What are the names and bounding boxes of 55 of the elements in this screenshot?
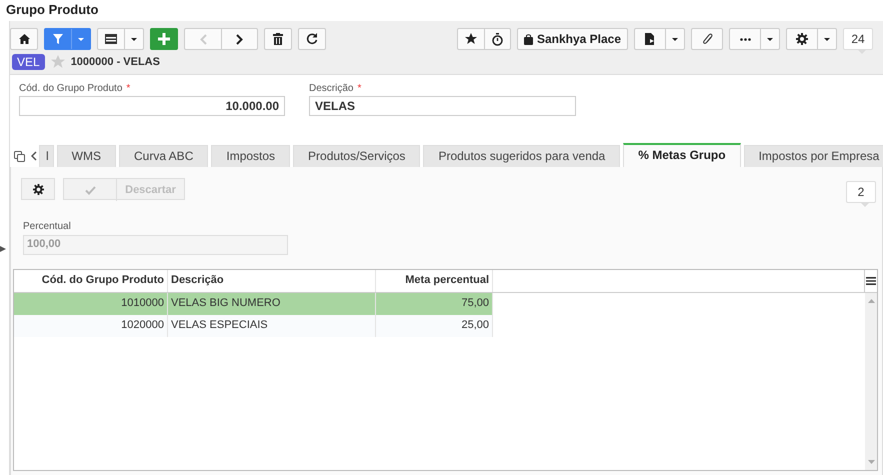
- record-title: 1000000 - VELAS: [70, 56, 160, 68]
- paperclip-icon: [702, 33, 712, 45]
- tab[interactable]: Curva ABC: [119, 145, 208, 167]
- table-cell: VELAS ESPECIAIS: [168, 315, 376, 337]
- document-icon: [645, 33, 655, 45]
- refresh-icon: [306, 33, 318, 45]
- caret-icon: [766, 36, 774, 42]
- more-icon: [740, 38, 750, 40]
- table-cell: 25,00: [376, 315, 493, 337]
- settings-icon: [32, 184, 44, 194]
- table-row[interactable]: 1010000 VELAS BIG NUMERO 75,00: [14, 293, 493, 315]
- field-label: Cód. do Grupo Produto: [19, 83, 122, 94]
- required-mark: *: [357, 83, 362, 94]
- chevron-right-icon: [236, 34, 243, 44]
- caret-icon: [671, 36, 679, 42]
- window-title: Grupo Produto: [5, 1, 100, 19]
- input-field[interactable]: VELAS: [309, 96, 576, 116]
- filter-icon: [53, 34, 63, 44]
- table-cell: 1020000: [14, 315, 168, 337]
- check-icon: [84, 186, 96, 194]
- field-label: Percentual: [23, 221, 72, 232]
- caret-icon: [77, 36, 85, 42]
- input-field[interactable]: 10.000.00: [19, 96, 285, 116]
- trash-icon: [273, 33, 283, 45]
- tab[interactable]: WMS: [56, 145, 116, 167]
- stopwatch-icon: [492, 32, 503, 46]
- plus-icon: [158, 33, 170, 45]
- caret-icon: [130, 36, 138, 42]
- place-button[interactable]: Sankhya Place: [518, 29, 627, 49]
- tab[interactable]: Produtos/Serviços: [293, 145, 420, 167]
- star-icon[interactable]: [50, 55, 65, 69]
- menu-icon[interactable]: [866, 277, 876, 285]
- table-icon: [105, 34, 117, 44]
- tab[interactable]: % Metas Grupo: [623, 143, 741, 167]
- chevron-left-icon: [200, 34, 206, 44]
- table-row[interactable]: 1020000 VELAS ESPECIAIS 25,00: [14, 315, 493, 337]
- tab[interactable]: l: [39, 145, 54, 167]
- star-icon: [464, 33, 477, 45]
- bag-icon: [524, 34, 533, 44]
- record-badge: VEL: [12, 54, 45, 70]
- copy-icon[interactable]: [14, 150, 25, 162]
- field-label: Descrição: [309, 83, 354, 94]
- required-mark: *: [126, 83, 130, 94]
- column-header[interactable]: Descrição: [168, 270, 376, 292]
- column-header[interactable]: Meta percentual: [376, 270, 493, 292]
- settings-button[interactable]: [21, 178, 55, 200]
- column-header[interactable]: Cód. do Grupo Produto: [14, 270, 168, 292]
- chevron-left-icon[interactable]: [31, 151, 37, 161]
- tab[interactable]: Impostos: [211, 145, 290, 167]
- tab[interactable]: Impostos por Empresa: [744, 145, 883, 167]
- caret-icon: [823, 36, 831, 42]
- home-icon: [18, 34, 30, 44]
- settings-icon: [796, 33, 808, 45]
- tab[interactable]: Produtos sugeridos para venda: [423, 145, 620, 167]
- expand-arrow-icon: [0, 246, 6, 252]
